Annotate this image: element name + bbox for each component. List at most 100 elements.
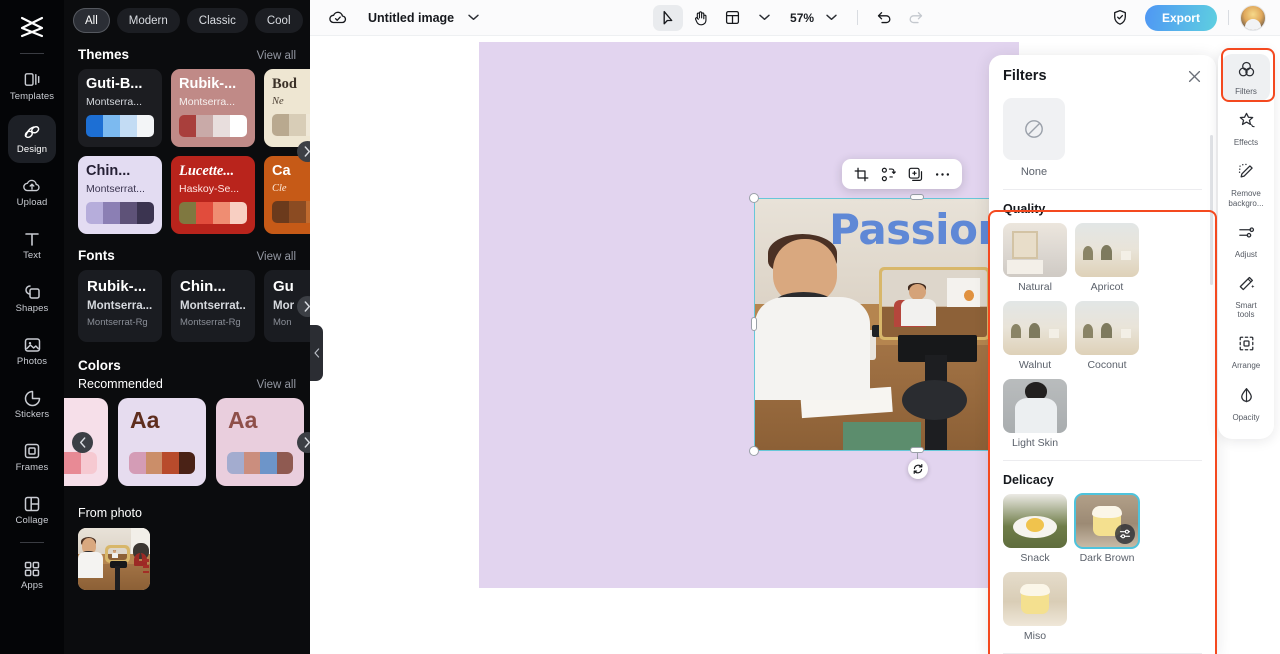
color-card-aa: Aa	[228, 407, 258, 433]
sidebar-item-apps[interactable]: Apps	[8, 551, 56, 599]
rotate-handle[interactable]	[908, 459, 928, 479]
resize-handle-top-center[interactable]	[910, 194, 924, 200]
resize-handle-top-left[interactable]	[749, 193, 759, 203]
theme-card[interactable]: Guti-B... Montserra...	[78, 69, 162, 147]
theme-swatches	[179, 202, 247, 225]
redo-button[interactable]	[901, 5, 931, 31]
theme-card-subtitle: Montserra...	[179, 96, 236, 109]
sidebar-item-upload[interactable]: Upload	[8, 168, 56, 216]
from-photo-label: From photo	[78, 506, 142, 520]
theme-card-subtitle: Cle	[272, 183, 287, 195]
export-button[interactable]: Export	[1144, 4, 1217, 31]
sidebar-item-label: Design	[16, 144, 48, 156]
capcut-logo-icon[interactable]	[15, 10, 49, 44]
cloud-saved-icon[interactable]	[328, 10, 348, 26]
filter-item-natural[interactable]: Natural	[1003, 223, 1067, 293]
shield-check-icon[interactable]	[1105, 5, 1135, 31]
zoom-level-value[interactable]: 57%	[790, 11, 814, 25]
undo-button[interactable]	[869, 5, 899, 31]
document-title[interactable]: Untitled image	[368, 11, 454, 25]
filter-item-apricot[interactable]: Apricot	[1075, 223, 1139, 293]
theme-card[interactable]: Lucette... Haskoy-Se...	[171, 156, 255, 234]
colors-prev-button[interactable]	[72, 432, 93, 453]
close-icon[interactable]	[1187, 69, 1202, 84]
font-card[interactable]: Rubik-... Montserra... Montserrat-Rg	[78, 270, 162, 342]
right-tool-opacity[interactable]: Opacity	[1222, 380, 1270, 427]
right-tool-remove-background[interactable]: Remove backgro...	[1222, 156, 1270, 212]
remove-background-icon	[1237, 162, 1256, 186]
right-tool-rail: Filters Effects Remove backgro... Adjust…	[1218, 48, 1274, 439]
filter-item-snack[interactable]: Snack	[1003, 494, 1067, 564]
user-avatar[interactable]	[1239, 4, 1266, 31]
font-card[interactable]: Chin... Montserrat... Montserrat-Rg	[171, 270, 255, 342]
select-tool-button[interactable]	[653, 4, 684, 31]
chip-cool[interactable]: Cool	[254, 8, 303, 33]
right-tool-arrange[interactable]: Arrange	[1222, 328, 1270, 375]
theme-card-title: Rubik-...	[179, 77, 237, 92]
sidebar-item-photos[interactable]: Photos	[8, 327, 56, 375]
filter-group-title-delicacy: Delicacy	[1003, 473, 1054, 487]
sidebar-item-shapes[interactable]: Shapes	[8, 274, 56, 322]
artboard[interactable]: Passion	[479, 42, 1082, 588]
font-card-name: Mon	[273, 316, 292, 328]
theme-card[interactable]: Rubik-... Montserra...	[171, 69, 255, 147]
theme-swatches	[179, 115, 247, 138]
from-photo-thumbnail[interactable]	[78, 528, 150, 590]
sidebar-item-label: Templates	[9, 91, 55, 103]
filter-none-tile[interactable]	[1003, 98, 1065, 160]
themes-view-all[interactable]: View all	[257, 50, 296, 62]
resize-handle-middle-left[interactable]	[751, 317, 757, 331]
fonts-title: Fonts	[78, 248, 115, 263]
sidebar-item-design[interactable]: Design	[8, 115, 56, 163]
right-tool-effects[interactable]: Effects	[1222, 105, 1270, 152]
filter-item-miso[interactable]: Miso	[1003, 572, 1067, 642]
filters-panel-scrollbar[interactable]	[1210, 135, 1213, 285]
color-card[interactable]: Aa	[118, 398, 206, 486]
chevron-down-icon[interactable]	[309, 8, 310, 33]
duplicate-icon[interactable]	[905, 163, 927, 185]
resize-handle-bottom-left[interactable]	[749, 446, 759, 456]
stickers-icon	[23, 389, 42, 407]
sidebar-item-collage[interactable]: Collage	[8, 486, 56, 534]
sidebar-item-stickers[interactable]: Stickers	[8, 380, 56, 428]
more-horizontal-icon[interactable]	[932, 163, 954, 185]
filter-item-walnut[interactable]: Walnut	[1003, 301, 1067, 371]
filter-item-light-skin[interactable]: Light Skin	[1003, 379, 1067, 449]
recommended-header: Recommended View all	[64, 375, 310, 398]
zoom-chevron-down-icon[interactable]	[816, 5, 846, 31]
panel-collapse-handle[interactable]	[310, 325, 323, 381]
layout-tool-button[interactable]	[717, 5, 747, 31]
font-card-subtitle: Montserrat...	[180, 299, 246, 312]
filters-panel: Filters None Quality Natural Apricot Wal…	[989, 55, 1216, 654]
layout-chevron-down-icon[interactable]	[749, 5, 779, 31]
sidebar-item-label: Shapes	[15, 302, 49, 314]
crop-icon[interactable]	[851, 163, 873, 185]
chip-modern[interactable]: Modern	[116, 8, 180, 33]
right-tool-filters[interactable]: Filters	[1222, 54, 1270, 102]
sidebar-item-text[interactable]: Text	[8, 221, 56, 269]
theme-card-subtitle: Haskoy-Se...	[179, 183, 240, 196]
right-tool-smart-tools[interactable]: Smart tools	[1222, 268, 1270, 324]
hand-tool-button[interactable]	[685, 5, 715, 31]
theme-card[interactable]: Bod Ne	[264, 69, 310, 147]
filter-item-dark-brown[interactable]: Dark Brown	[1074, 493, 1140, 564]
adjust-sliders-icon	[1237, 223, 1256, 247]
replace-image-icon[interactable]	[878, 163, 900, 185]
fonts-view-all[interactable]: View all	[257, 251, 296, 263]
chip-all[interactable]: All	[73, 8, 110, 33]
chip-classic[interactable]: Classic	[186, 8, 248, 33]
document-title-chevron-down-icon[interactable]	[468, 14, 479, 21]
right-tool-label: Opacity	[1232, 412, 1260, 422]
sidebar-item-frames[interactable]: Frames	[8, 433, 56, 481]
sliders-icon[interactable]	[1115, 524, 1135, 544]
sidebar-item-label: Upload	[16, 196, 48, 208]
right-tool-adjust[interactable]: Adjust	[1222, 217, 1270, 264]
colors-view-all[interactable]: View all	[257, 379, 296, 391]
filter-item-coconut[interactable]: Coconut	[1075, 301, 1139, 371]
sidebar-item-templates[interactable]: Templates	[8, 62, 56, 110]
app-root: Templates Design Upload Text Shapes Phot…	[0, 0, 1280, 654]
theme-card[interactable]: Ca Cle	[264, 156, 310, 234]
theme-card[interactable]: Chin... Montserrat...	[78, 156, 162, 234]
color-card[interactable]: Aa	[216, 398, 304, 486]
filter-label: Snack	[1020, 552, 1050, 564]
